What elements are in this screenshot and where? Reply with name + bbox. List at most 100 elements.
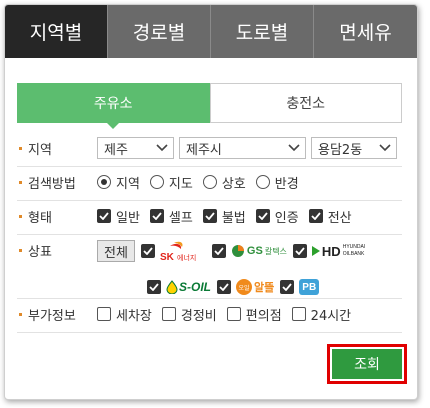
- top-tab-bar: 지역별 경로별 도로별 면세유: [5, 5, 417, 58]
- district-select[interactable]: 용담2동: [311, 137, 397, 159]
- type-row: 형태 일반 셀프 불법 인증 전산: [17, 205, 402, 227]
- checkbox-unchecked-icon[interactable]: [291, 307, 306, 321]
- checkbox-car-wash[interactable]: 세차장: [97, 303, 152, 325]
- region-label-text: 지역: [28, 142, 52, 158]
- checkbox-checked-icon[interactable]: [140, 244, 155, 258]
- chevron-down-icon: [155, 141, 169, 155]
- checkbox-certified[interactable]: 인증: [255, 205, 299, 227]
- oil-price-search-panel: 지역별 경로별 도로별 면세유 주유소 충전소 지역 제주 제주시 용담2동 검…: [4, 4, 418, 400]
- sk-energy-logo: SK 에너지: [160, 240, 206, 262]
- alddeul-logo: 오일 알뜰: [236, 276, 274, 298]
- divider: [17, 166, 402, 167]
- checkbox-checked-icon[interactable]: [202, 209, 217, 223]
- pb-logo-text: PB: [299, 279, 320, 295]
- radio-indicator[interactable]: [97, 175, 111, 189]
- brand-sk[interactable]: SK 에너지: [140, 239, 206, 263]
- extra-info-options: 세차장 경정비 편의점 24시간: [97, 303, 402, 325]
- checkbox-convenience-store[interactable]: 편의점: [226, 303, 282, 325]
- checkbox-checked-icon[interactable]: [211, 244, 226, 258]
- checkbox-maintenance[interactable]: 경정비: [161, 303, 217, 325]
- radio-radius[interactable]: 반경: [255, 171, 299, 193]
- radio-label: 지역: [116, 176, 140, 192]
- sk-logo-subtext: 에너지: [177, 253, 196, 262]
- radio-indicator[interactable]: [202, 175, 217, 189]
- checkbox-label: 24시간: [310, 308, 352, 324]
- divider: [17, 332, 402, 333]
- checkbox-checked-icon[interactable]: [292, 244, 307, 258]
- search-button[interactable]: 조회: [327, 344, 407, 384]
- checkbox-checked-icon[interactable]: [255, 209, 270, 223]
- bullet-icon: [19, 248, 22, 252]
- checkbox-label: 경정비: [180, 308, 217, 324]
- checkbox-self[interactable]: 셀프: [149, 205, 193, 227]
- tab-tax-free-oil[interactable]: 면세유: [314, 5, 417, 58]
- alddeul-logo-text: 알뜰: [254, 281, 275, 294]
- brand-label-text: 상표: [28, 244, 52, 260]
- checkbox-illegal[interactable]: 불법: [202, 205, 246, 227]
- s-oil-logo-text: S-OIL: [179, 280, 211, 294]
- checkbox-unchecked-icon[interactable]: [97, 307, 111, 321]
- brand-pb[interactable]: PB: [280, 275, 320, 299]
- checkbox-checked-icon[interactable]: [217, 280, 231, 294]
- select-all-brands-button[interactable]: 전체: [97, 240, 135, 262]
- tab-charging-station[interactable]: 충전소: [209, 83, 402, 123]
- brand-indent-spacer: [97, 287, 147, 288]
- radio-map[interactable]: 지도: [149, 171, 193, 193]
- checkbox-unchecked-icon[interactable]: [226, 307, 241, 321]
- gs-caltex-logo: GS 칼텍스: [231, 240, 287, 262]
- search-method-label: 검색방법: [17, 171, 97, 193]
- divider: [17, 234, 402, 235]
- checkbox-checked-icon[interactable]: [147, 280, 161, 294]
- divider: [17, 298, 402, 299]
- checkbox-label: 전산: [327, 210, 352, 226]
- brand-gs[interactable]: GS 칼텍스: [211, 239, 287, 263]
- radio-indicator[interactable]: [255, 175, 270, 189]
- chevron-down-icon: [378, 141, 392, 155]
- radio-label: 지도: [168, 176, 193, 192]
- province-select[interactable]: 제주: [97, 137, 174, 159]
- checkbox-24-hours[interactable]: 24시간: [291, 303, 352, 325]
- district-select-value: 용담2동: [318, 142, 363, 158]
- station-type-tabs: 주유소 충전소: [17, 83, 402, 129]
- bullet-icon: [19, 214, 22, 218]
- city-select[interactable]: 제주시: [179, 137, 306, 159]
- brand-hd-hyundai[interactable]: HD HYUNDAI OILBANK: [292, 239, 365, 263]
- tab-road[interactable]: 도로별: [211, 5, 314, 58]
- search-method-options: 지역 지도 상호 반경: [97, 171, 402, 193]
- checkbox-unchecked-icon[interactable]: [161, 307, 176, 321]
- hd-logo-subtext-2: OILBANK: [342, 251, 365, 257]
- checkbox-label: 세차장: [116, 308, 152, 324]
- brand-s-oil[interactable]: S-OIL: [147, 275, 211, 299]
- province-select-value: 제주: [104, 142, 128, 158]
- checkbox-computerized[interactable]: 전산: [308, 205, 352, 227]
- bullet-icon: [19, 312, 22, 316]
- checkbox-checked-icon[interactable]: [97, 209, 111, 223]
- bullet-icon: [19, 146, 22, 150]
- radio-indicator[interactable]: [149, 175, 164, 189]
- checkbox-label: 불법: [221, 210, 246, 226]
- radio-label: 상호: [221, 176, 246, 192]
- extra-info-label: 부가정보: [17, 303, 97, 325]
- type-label-text: 형태: [28, 210, 52, 226]
- checkbox-label: 편의점: [245, 308, 282, 324]
- s-oil-logo: S-OIL: [166, 276, 211, 298]
- radio-label: 반경: [274, 176, 299, 192]
- checkbox-checked-icon[interactable]: [308, 209, 323, 223]
- checkbox-label: 인증: [274, 210, 299, 226]
- tab-region[interactable]: 지역별: [5, 5, 108, 58]
- radio-region[interactable]: 지역: [97, 171, 140, 193]
- region-label: 지역: [17, 137, 97, 159]
- checkbox-checked-icon[interactable]: [149, 209, 164, 223]
- checkbox-general[interactable]: 일반: [97, 205, 140, 227]
- sk-logo-text: SK: [160, 252, 175, 262]
- tab-route[interactable]: 경로별: [108, 5, 211, 58]
- search-method-row: 검색방법 지역 지도 상호 반경: [17, 171, 402, 193]
- bullet-icon: [19, 180, 22, 184]
- pb-logo: PB: [299, 276, 320, 298]
- brand-alddeul[interactable]: 오일 알뜰: [217, 275, 274, 299]
- radio-name[interactable]: 상호: [202, 171, 246, 193]
- divider: [17, 200, 402, 201]
- tab-gas-station[interactable]: 주유소: [17, 83, 210, 129]
- checkbox-checked-icon[interactable]: [280, 280, 295, 294]
- brand-label: 상표: [17, 239, 97, 261]
